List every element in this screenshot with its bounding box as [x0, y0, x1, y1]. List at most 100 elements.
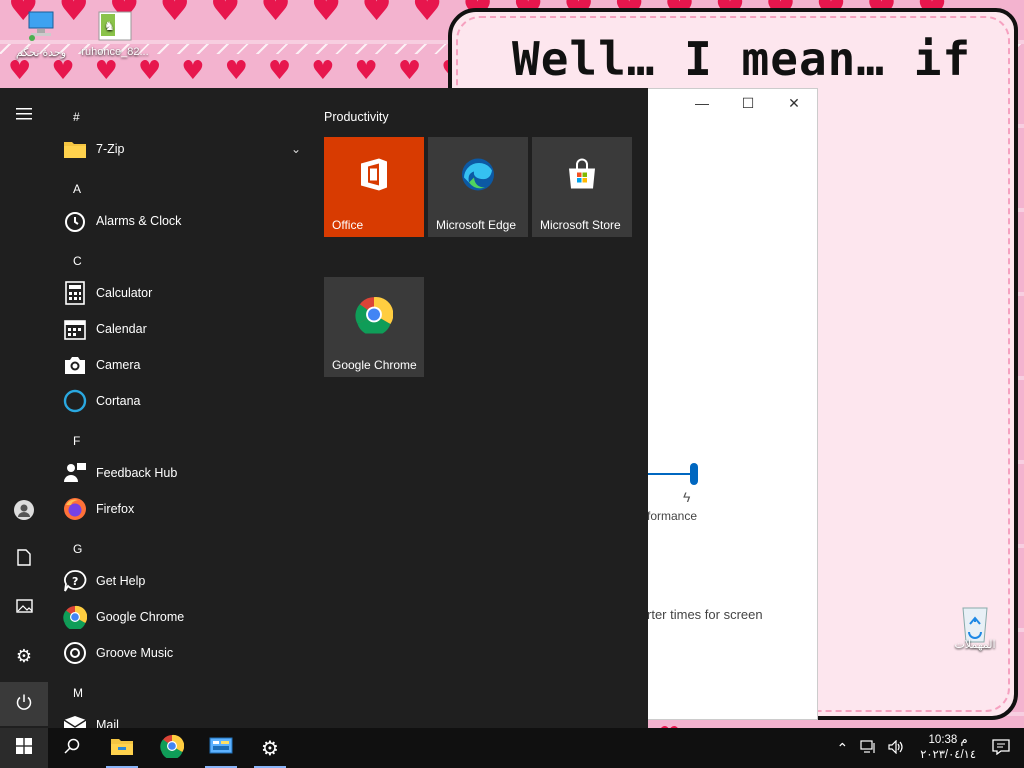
store-icon — [566, 158, 598, 196]
network-icon[interactable] — [860, 739, 876, 757]
user-account-button[interactable] — [0, 490, 48, 534]
app-calculator[interactable]: Calculator — [63, 277, 313, 309]
app-label: Groove Music — [96, 646, 174, 660]
settings-button[interactable]: ⚙ — [0, 634, 48, 678]
section-letter[interactable]: # — [73, 110, 80, 124]
app-google-chrome[interactable]: Google Chrome — [63, 601, 313, 633]
desktop-icon-label: ruhonce_82... — [81, 46, 149, 58]
camera-icon — [63, 353, 87, 377]
lightning-icon: ϟ — [683, 489, 691, 505]
power-mode-slider-thumb[interactable] — [690, 463, 698, 485]
app-7zip[interactable]: 7-Zip ⌄ — [63, 133, 313, 165]
documents-icon — [17, 549, 31, 571]
taskbar-settings[interactable]: ⚙ — [246, 728, 294, 768]
app-label: Google Chrome — [96, 610, 185, 624]
section-letter[interactable]: F — [73, 434, 80, 448]
taskbar-chrome[interactable] — [148, 728, 196, 768]
groove-music-icon — [63, 641, 87, 665]
pictures-button[interactable] — [0, 586, 48, 630]
app-feedback-hub[interactable]: Feedback Hub — [63, 457, 313, 489]
tile-label: Office — [332, 218, 364, 232]
taskbar-clock[interactable]: 10:38 م ٢٠٢٣/٠٤/١٤ — [920, 733, 976, 763]
desktop-icon-image-file[interactable]: ♞ ruhonce_82... — [80, 10, 150, 58]
app-groove-music[interactable]: Groove Music — [63, 637, 313, 669]
clock-date: ٢٠٢٣/٠٤/١٤ — [920, 749, 976, 761]
app-cortana[interactable]: Cortana — [63, 385, 313, 417]
app-label: Camera — [96, 358, 141, 372]
taskbar-file-explorer[interactable] — [98, 728, 146, 768]
app-firefox[interactable]: Firefox — [63, 493, 313, 525]
app-label: Get Help — [96, 574, 146, 588]
tile-label: Google Chrome — [332, 358, 417, 372]
settings-gear-icon: ⚙ — [15, 645, 33, 667]
section-letter[interactable]: M — [73, 686, 83, 700]
search-button[interactable] — [48, 728, 96, 768]
maximize-button[interactable]: ☐ — [733, 95, 763, 112]
start-menu: ⚙ # 7-Zip ⌄ A Alarms & Clock C Calculato… — [0, 88, 648, 728]
app-label: Mail — [96, 718, 119, 728]
app-label: Firefox — [96, 502, 135, 516]
settings-gear-icon: ⚙ — [261, 736, 279, 760]
app-label: Calendar — [96, 322, 147, 336]
power-button[interactable] — [0, 682, 48, 726]
app-label: Alarms & Clock — [96, 214, 182, 228]
app-camera[interactable]: Camera — [63, 349, 313, 381]
app-mail[interactable]: Mail — [63, 709, 313, 728]
tile-label: Microsoft Store — [540, 218, 621, 232]
power-icon — [15, 693, 33, 716]
app-alarms-clock[interactable]: Alarms & Clock — [63, 205, 313, 237]
user-account-icon — [14, 499, 34, 525]
section-letter[interactable]: G — [73, 542, 82, 556]
alarm-clock-icon — [63, 209, 87, 233]
chrome-icon — [63, 605, 87, 629]
notifications-icon[interactable] — [992, 738, 1010, 758]
svg-text:?: ? — [72, 575, 78, 588]
desktop-icon-control[interactable]: وحدة تحكم — [6, 10, 76, 59]
desktop-icon-label: وحدة تحكم — [15, 47, 67, 59]
taskbar: ⚙ ⌃ 10:38 م ٢٠٢٣/٠٤/١٤ — [0, 728, 1024, 768]
taskbar-control-panel[interactable] — [197, 728, 245, 768]
windows-start-icon — [16, 737, 32, 759]
tile-label: Microsoft Edge — [436, 218, 517, 232]
control-panel-icon — [209, 736, 233, 761]
volume-icon[interactable] — [888, 739, 904, 757]
network-computer-icon — [23, 10, 59, 42]
calculator-icon — [63, 281, 87, 305]
app-get-help[interactable]: ? Get Help — [63, 565, 313, 597]
clock-time: 10:38 م — [928, 734, 968, 746]
chevron-up-icon[interactable]: ⌃ — [836, 740, 848, 757]
start-app-list[interactable]: # 7-Zip ⌄ A Alarms & Clock C Calculator — [49, 88, 313, 728]
firefox-icon — [63, 497, 87, 521]
section-letter[interactable]: C — [73, 254, 82, 268]
hamburger-menu-icon — [16, 107, 32, 125]
desktop-icon-label: المهملات — [954, 639, 996, 651]
tile-microsoft-store[interactable]: Microsoft Store — [532, 137, 632, 237]
documents-button[interactable] — [0, 538, 48, 582]
recycle-bin-icon — [957, 602, 993, 643]
app-label: Feedback Hub — [96, 466, 178, 480]
tile-microsoft-edge[interactable]: Microsoft Edge — [428, 137, 528, 237]
slider-caption: formance — [647, 509, 698, 523]
tile-group-title[interactable]: Productivity — [324, 110, 389, 124]
tile-google-chrome[interactable]: Google Chrome — [324, 277, 424, 377]
app-calendar[interactable]: Calendar — [63, 313, 313, 345]
settings-hint-text: rter times for screen — [647, 607, 763, 622]
close-button[interactable]: ✕ — [779, 95, 809, 112]
desktop-icon-recycle-bin[interactable]: المهملات — [940, 602, 1010, 651]
section-letter[interactable]: A — [73, 182, 81, 196]
calendar-icon — [63, 317, 87, 341]
pictures-icon — [15, 598, 33, 618]
app-label: Cortana — [96, 394, 141, 408]
expand-menu-button[interactable] — [0, 94, 48, 138]
chevron-down-icon[interactable]: ⌄ — [291, 142, 301, 156]
office-icon — [359, 158, 389, 197]
start-button[interactable] — [0, 728, 48, 768]
minimize-button[interactable]: — — [687, 95, 717, 111]
start-tiles-area: Productivity Office Microsoft Edge Micro… — [324, 88, 644, 728]
image-file-icon: ♞ — [97, 10, 133, 42]
tile-office[interactable]: Office — [324, 137, 424, 237]
chrome-icon — [355, 296, 394, 339]
chrome-icon — [160, 734, 185, 763]
svg-text:♞: ♞ — [104, 19, 115, 33]
edge-icon — [461, 158, 495, 197]
